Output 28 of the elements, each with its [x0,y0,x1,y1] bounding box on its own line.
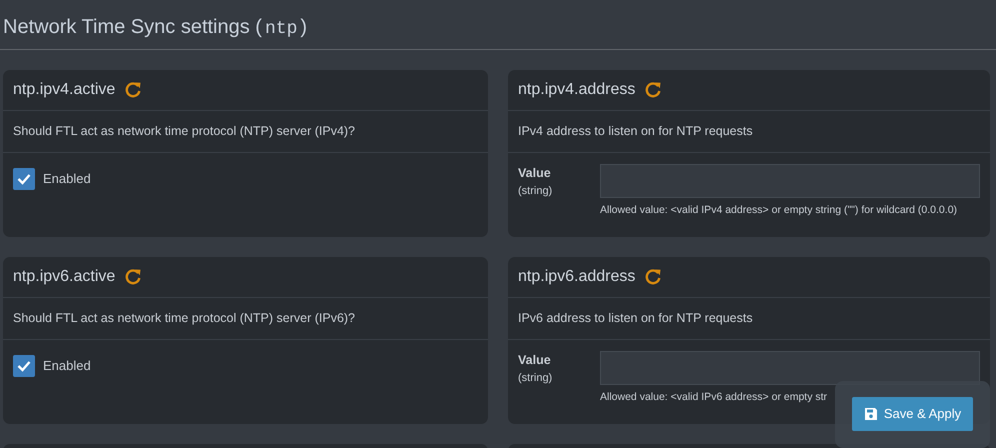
value-label: Value [518,165,552,182]
setting-description: Should FTL act as network time protocol (NTP) server (IPv4)? [13,123,356,140]
checkbox-label: Enabled [43,170,91,188]
refresh-icon[interactable] [124,268,142,286]
checkbox[interactable] [13,168,35,190]
setting-description: Should FTL act as network time protocol (NTP) server (IPv6)? [13,310,356,328]
setting-title: ntp.ipv6.address [518,267,636,287]
checkbox-label: Enabled [43,357,91,376]
save-apply-button[interactable]: Save & Apply [852,397,973,431]
setting-description: IPv4 address to listen on for NTP requests [518,123,753,140]
page-title: Network Time Sync settings (ntp) [3,15,308,41]
type-label: (string) [518,184,554,199]
setting-title: ntp.ipv4.address [518,80,636,100]
type-label: (string) [518,370,554,386]
refresh-icon[interactable] [644,81,662,99]
allowed-value-hint: Allowed value: <valid IPv4 address> or empty string ("") for wildcard (0.0.0.0) [600,203,958,218]
value-input-field[interactable] [600,164,980,198]
value-input-field[interactable] [600,351,980,385]
setting-description: IPv6 address to listen on for NTP requests [518,310,753,328]
refresh-icon[interactable] [124,81,142,99]
setting-title: ntp.ipv4.active [13,80,116,100]
checkmark-icon [17,360,31,372]
value-label: Value [518,352,552,369]
allowed-value-hint: Allowed value: <valid IPv6 address> or empty str [600,390,828,405]
setting-title: ntp.ipv6.active [13,267,116,287]
refresh-icon[interactable] [644,268,662,286]
checkbox[interactable] [13,355,35,377]
checkmark-icon [17,173,31,185]
